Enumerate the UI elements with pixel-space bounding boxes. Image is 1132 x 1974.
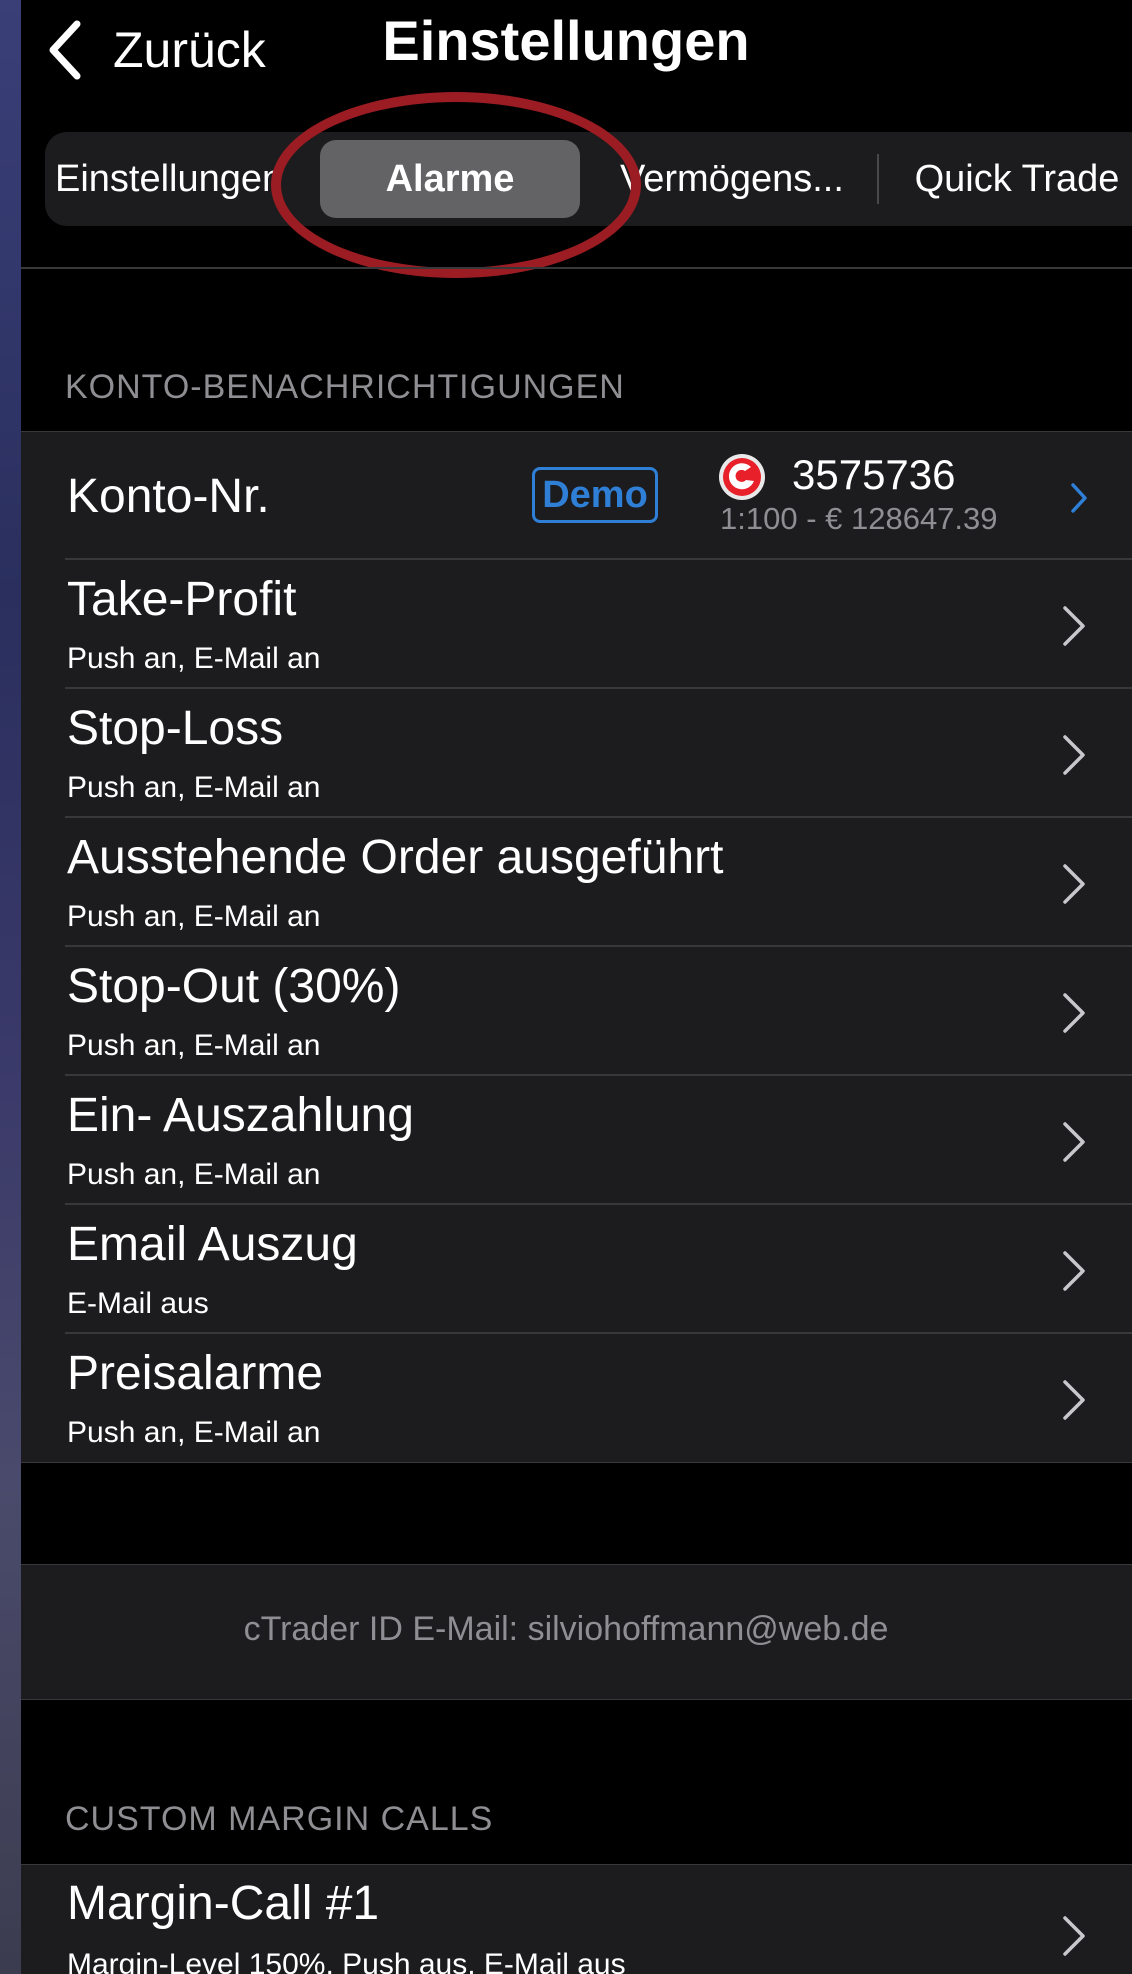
list-item-pending-order[interactable]: Ausstehende Order ausgeführt Push an, E-…: [21, 818, 1132, 947]
tab-alarme[interactable]: Alarme: [320, 132, 580, 226]
chevron-right-icon: [1063, 735, 1085, 775]
settings-screen: Zurück Einstellungen Einstellungen Alarm…: [21, 0, 1132, 1974]
tab-einstellungen[interactable]: Einstellungen: [55, 132, 307, 226]
chevron-right-icon: [1071, 483, 1087, 513]
section-header-konto: KONTO-BENACHRICHTIGUNGEN: [65, 368, 625, 406]
segment-divider: [877, 154, 879, 204]
row-subtitle: Push an, E-Mail an: [67, 771, 321, 804]
list-item-email-statement[interactable]: Email Auszug E-Mail aus: [21, 1205, 1132, 1334]
row-subtitle: Push an, E-Mail an: [67, 642, 321, 675]
page-title: Einstellungen: [382, 9, 750, 72]
row-subtitle: Push an, E-Mail an: [67, 1029, 321, 1062]
row-subtitle: E-Mail aus: [67, 1287, 209, 1320]
tab-quick-trade[interactable]: Quick Trade: [885, 132, 1132, 226]
background-edge: [0, 0, 21, 1974]
row-subtitle: Margin-Level 150%, Push aus, E-Mail aus: [67, 1948, 626, 1974]
row-subtitle: Push an, E-Mail an: [67, 900, 321, 933]
row-title: Margin-Call #1: [67, 1877, 380, 1930]
account-row[interactable]: Konto-Nr. Demo 3575736 1:100 - € 128647.…: [21, 431, 1132, 560]
chevron-right-icon: [1063, 1380, 1085, 1420]
account-label: Konto-Nr.: [67, 470, 270, 523]
row-subtitle: Push an, E-Mail an: [67, 1158, 321, 1191]
margin-calls-group: Margin-Call #1 Margin-Level 150%, Push a…: [21, 1864, 1132, 1974]
list-item-stop-out[interactable]: Stop-Out (30%) Push an, E-Mail an: [21, 947, 1132, 1076]
demo-badge: Demo: [532, 467, 658, 523]
chevron-right-icon: [1063, 1122, 1085, 1162]
chevron-right-icon: [1063, 606, 1085, 646]
row-title: Ausstehende Order ausgeführt: [67, 831, 724, 884]
chevron-right-icon: [1063, 864, 1085, 904]
chevron-right-icon: [1063, 993, 1085, 1033]
nav-separator: [21, 267, 1132, 269]
ctrader-logo-icon: [719, 454, 765, 500]
account-number: 3575736: [792, 451, 956, 498]
row-title: Stop-Out (30%): [67, 960, 401, 1013]
chevron-right-icon: [1063, 1916, 1085, 1956]
list-item-price-alerts[interactable]: Preisalarme Push an, E-Mail an: [21, 1334, 1132, 1463]
row-title: Preisalarme: [67, 1347, 324, 1400]
row-title: Ein- Auszahlung: [67, 1089, 414, 1142]
row-title: Email Auszug: [67, 1218, 358, 1271]
tab-vermoegen[interactable]: Vermögens...: [620, 132, 868, 226]
account-leverage-balance: 1:100 - € 128647.39: [720, 501, 998, 536]
navigation-bar: Zurück Einstellungen: [21, 0, 1132, 100]
segmented-control: Einstellungen Alarme Vermögens... Quick …: [45, 132, 1132, 226]
list-item-deposit-withdrawal[interactable]: Ein- Auszahlung Push an, E-Mail an: [21, 1076, 1132, 1205]
list-item-margin-call-1[interactable]: Margin-Call #1 Margin-Level 150%, Push a…: [21, 1864, 1132, 1974]
account-notifications-group: Konto-Nr. Demo 3575736 1:100 - € 128647.…: [21, 431, 1132, 1463]
ctrader-id-email: cTrader ID E-Mail: silviohoffmann@web.de: [243, 1610, 889, 1648]
row-title: Stop-Loss: [67, 702, 284, 755]
section-header-margin-calls: CUSTOM MARGIN CALLS: [65, 1800, 494, 1838]
list-item-take-profit[interactable]: Take-Profit Push an, E-Mail an: [21, 560, 1132, 689]
group-border: [21, 1462, 1132, 1463]
list-item-stop-loss[interactable]: Stop-Loss Push an, E-Mail an: [21, 689, 1132, 818]
row-title: Take-Profit: [67, 573, 297, 626]
ctrader-id-info: cTrader ID E-Mail: silviohoffmann@web.de: [21, 1564, 1132, 1700]
chevron-right-icon: [1063, 1251, 1085, 1291]
row-subtitle: Push an, E-Mail an: [67, 1416, 321, 1449]
